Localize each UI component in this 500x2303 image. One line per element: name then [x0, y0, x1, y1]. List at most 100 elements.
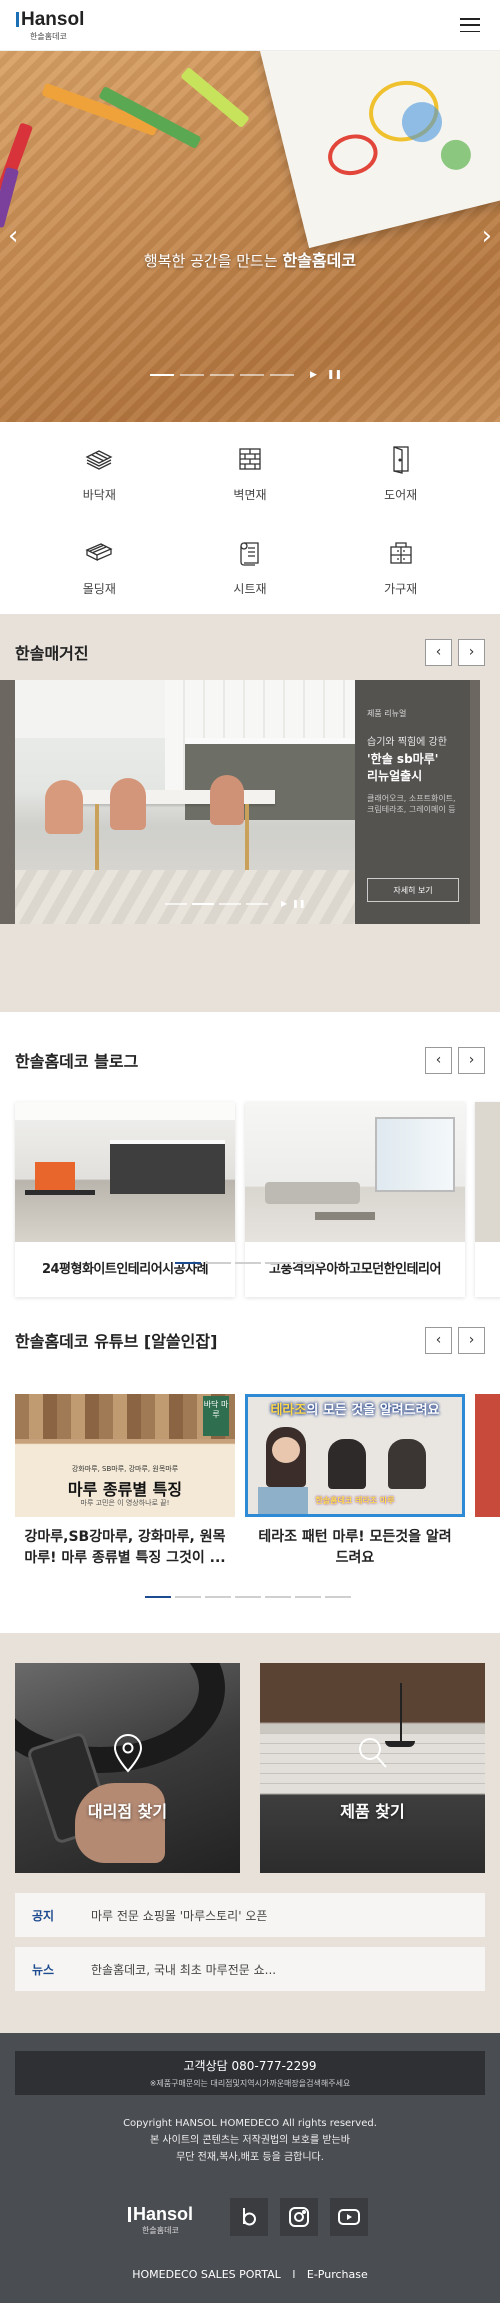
customer-service-phone[interactable]: 고객상담 080-777-2299	[15, 2057, 485, 2074]
youtube-dot[interactable]	[205, 1596, 231, 1598]
blog-b-icon[interactable]	[230, 2198, 268, 2236]
video-title-line: 마루! 마루 종류별 특징 그것이 ...	[24, 1550, 226, 1566]
hero-dot[interactable]	[150, 374, 174, 376]
more-button[interactable]: 자세히 보기	[367, 878, 459, 902]
play-icon[interactable]: ▶	[281, 899, 287, 908]
video-title-line: 테라조 패턴 마루! 모든것을 알려	[258, 1529, 452, 1545]
drawing-paper	[258, 51, 500, 249]
youtube-dot[interactable]	[175, 1596, 201, 1598]
magazine-headline: '한솔 sb마루' 리뉴얼출시	[367, 751, 458, 785]
magazine-tag: 제품 리뉴얼	[367, 709, 407, 718]
news-row[interactable]: 뉴스 한솔홈데코, 국내 최초 마루전문 쇼...	[15, 1947, 485, 1991]
magazine-section: 한솔매거진 ‹ › ▶ ❚❚ 제품 리뉴얼 습기와 찍힘에 강한 '한솔 sb마…	[0, 614, 500, 1012]
logo-text: Hansol	[21, 8, 85, 30]
customer-service-note: ※제품구매문의는 대리점및지역시가까운매장을검색해주세요	[149, 2079, 351, 2088]
wall-panel-icon	[239, 448, 261, 470]
chevron-left-icon[interactable]: ‹	[425, 1326, 452, 1354]
footer-links: HOMEDECO SALES PORTAL l E-Purchase	[0, 2268, 500, 2281]
magazine-desc: 습기와 찍힘에 강한	[367, 737, 447, 748]
chevron-right-icon[interactable]: ›	[458, 638, 485, 666]
category-molding[interactable]: 몰딩재	[24, 538, 175, 614]
blog-section: 한솔홈데코 블로그 ‹ › 24평형화이트인테리어시공사례 고풍격의우아하고모던…	[0, 1012, 500, 1304]
blog-dot[interactable]	[235, 1262, 261, 1264]
youtube-pagination	[145, 1596, 351, 1598]
youtube-dot[interactable]	[325, 1596, 351, 1598]
furniture-icon	[390, 542, 412, 564]
magazine-colors: 클래어오크, 소프트화이트, 크림테라조, 그레이메이 등	[367, 793, 458, 815]
blog-dot[interactable]	[205, 1262, 231, 1264]
youtube-dot[interactable]	[265, 1596, 291, 1598]
youtube-card[interactable]: 바닥 마루 강화마루, SB마루, 강마루, 원목마루 마루 종류별 특징 마루…	[15, 1394, 235, 1569]
hero-dot[interactable]	[210, 374, 234, 376]
logo-wordmark: Hansol	[16, 10, 84, 29]
video-thumb-top: 테라조의 모든 것을 알려드려요	[248, 1399, 462, 1418]
hero-dot[interactable]	[270, 374, 294, 376]
blog-dot[interactable]	[175, 1262, 201, 1264]
video-thumb-small: 강화마루, SB마루, 강마루, 원목마루	[71, 1465, 179, 1473]
category-wall[interactable]: 벽면재	[175, 444, 326, 520]
blog-card[interactable]: 고풍격의우아하고모던한인테리어	[245, 1102, 465, 1297]
next-slide-peek	[470, 680, 480, 924]
chevron-left-icon[interactable]: ‹	[425, 1046, 452, 1074]
product-finder-card[interactable]: 제품 찾기	[260, 1663, 485, 1873]
footer-logo-wordmark: Hansol	[128, 2205, 193, 2223]
magazine-dot[interactable]	[192, 902, 214, 905]
sheet-roll-icon	[240, 542, 259, 566]
video-thumbnail: 테라조의 모든 것을 알려드려요 한솔홈데코 테라조 마루	[245, 1394, 465, 1517]
footer-logo[interactable]: Hansol 한솔홈데코	[128, 2205, 193, 2235]
blog-card-title: 고풍격의우아하고모던한인테리어	[269, 1262, 441, 1277]
blog-thumbnail	[15, 1102, 235, 1242]
category-label: 바닥재	[82, 488, 116, 502]
chevron-right-icon[interactable]: ›	[458, 1326, 485, 1354]
hero-caption-prefix: 행복한 공간을 만드는	[143, 252, 278, 270]
footer: 고객상담 080-777-2299 ※제품구매문의는 대리점및지역시가까운매장을…	[0, 2033, 500, 2303]
pause-icon[interactable]: ❚❚	[292, 899, 305, 908]
youtube-dot[interactable]	[235, 1596, 261, 1598]
youtube-dot[interactable]	[145, 1596, 171, 1598]
pause-icon[interactable]: ❚❚	[327, 370, 342, 380]
category-label: 가구재	[384, 582, 418, 596]
youtube-dot[interactable]	[295, 1596, 321, 1598]
page: Hansol 한솔홈데코 ‹ › 행복한 공간을 만드는 한솔홈데코 ▶ ❚❚ …	[0, 0, 500, 2303]
blog-card[interactable]: 24평형화이트인테리어시공사례	[15, 1102, 235, 1297]
notice-text: 마루 전문 쇼핑몰 '마루스토리' 오픈	[91, 1908, 268, 1923]
logo[interactable]: Hansol 한솔홈데코	[16, 10, 84, 41]
sales-portal-link[interactable]: HOMEDECO SALES PORTAL	[132, 2268, 281, 2281]
category-furniture[interactable]: 가구재	[325, 538, 476, 614]
magazine-info: 제품 리뉴얼 습기와 찍힘에 강한 '한솔 sb마루' 리뉴얼출시 클래어오크,…	[355, 680, 470, 924]
blog-dot[interactable]	[265, 1262, 291, 1264]
section-title: 한솔홈데코 블로그	[15, 1052, 139, 1071]
dealer-finder-card[interactable]: 대리점 찾기	[15, 1663, 240, 1873]
hamburger-menu-icon[interactable]	[460, 18, 480, 32]
magazine-arrows: ‹ ›	[425, 638, 485, 666]
category-door[interactable]: 도어재	[325, 444, 476, 520]
notice-row[interactable]: 공지 마루 전문 쇼핑몰 '마루스토리' 오픈	[15, 1893, 485, 1937]
crayon	[0, 166, 20, 229]
category-sheet[interactable]: 시트재	[175, 538, 326, 614]
youtube-card[interactable]: 테라조의 모든 것을 알려드려요 한솔홈데코 테라조 마루 테라조 패턴 마루!…	[245, 1394, 465, 1569]
chevron-left-icon[interactable]: ‹	[425, 638, 452, 666]
section-title: 한솔홈데코 유튜브 [알쓸인잡]	[15, 1332, 218, 1351]
blog-dot[interactable]	[295, 1262, 321, 1264]
magazine-dot[interactable]	[165, 902, 187, 905]
hero-dot[interactable]	[240, 374, 264, 376]
notice-kind: 공지	[32, 1908, 55, 1923]
youtube-section: 한솔홈데코 유튜브 [알쓸인잡] ‹ › 바닥 마루 강화마루, SB마루, 강…	[0, 1304, 500, 1633]
chevron-right-icon[interactable]: ›	[458, 1046, 485, 1074]
magazine-dot[interactable]	[219, 902, 241, 905]
youtube-icon[interactable]	[330, 2198, 368, 2236]
play-icon[interactable]: ▶	[310, 370, 317, 380]
magazine-header: 한솔매거진 ‹ ›	[0, 634, 500, 670]
category-floor[interactable]: 바닥재	[24, 444, 175, 520]
blog-thumbnail	[245, 1102, 465, 1242]
instagram-icon[interactable]	[280, 2198, 318, 2236]
category-label: 벽면재	[233, 488, 267, 502]
magazine-card[interactable]: ▶ ❚❚ 제품 리뉴얼 습기와 찍힘에 강한 '한솔 sb마루' 리뉴얼출시 클…	[15, 680, 470, 924]
hero-dot[interactable]	[180, 374, 204, 376]
magazine-dot[interactable]	[246, 902, 268, 905]
youtube-card-peek	[475, 1394, 500, 1569]
youtube-header: 한솔홈데코 유튜브 [알쓸인잡] ‹ ›	[0, 1322, 500, 1358]
e-purchase-link[interactable]: E-Purchase	[307, 2268, 368, 2281]
magazine-headline-line: '한솔 sb마루'	[367, 752, 439, 766]
header: Hansol 한솔홈데코	[0, 0, 500, 51]
